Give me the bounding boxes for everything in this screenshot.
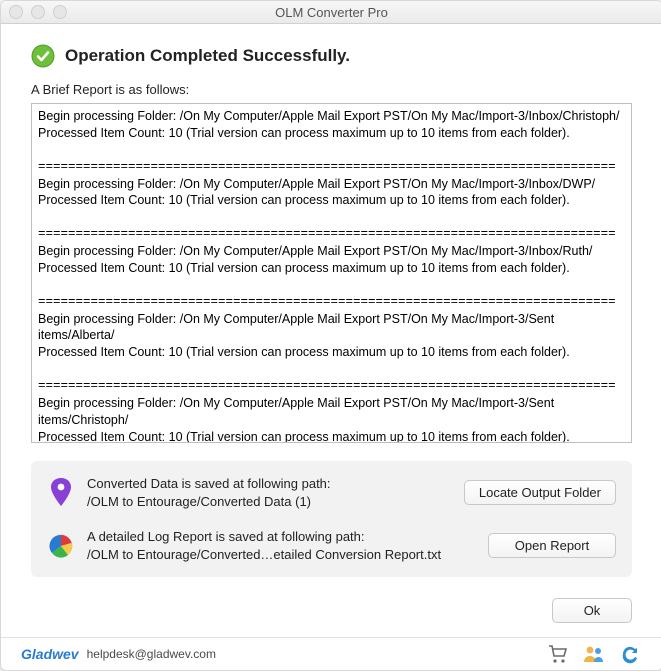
map-pin-icon <box>47 478 75 508</box>
brand-logo: Gladwev <box>21 646 79 662</box>
ok-button[interactable]: Ok <box>552 598 632 623</box>
app-bottom-bar: Gladwev helpdesk@gladwev.com <box>1 637 661 670</box>
report-text-area[interactable]: Begin processing Folder: /On My Computer… <box>31 103 632 443</box>
report-separator: ========================================… <box>38 378 625 395</box>
locate-output-folder-button[interactable]: Locate Output Folder <box>464 480 616 505</box>
log-report-text: A detailed Log Report is saved at follow… <box>87 528 476 563</box>
converted-data-text: Converted Data is saved at following pat… <box>87 475 452 510</box>
report-separator: ========================================… <box>38 226 625 243</box>
checkmark-circle-icon <box>31 44 55 68</box>
open-report-button[interactable]: Open Report <box>488 533 616 558</box>
report-separator: ========================================… <box>38 159 625 176</box>
refresh-icon[interactable] <box>618 642 642 666</box>
app-window: OLM Converter Pro Operation Completed Su… <box>0 0 661 671</box>
report-line: Begin processing Folder: /On My Computer… <box>38 108 625 125</box>
converted-data-row: Converted Data is saved at following pat… <box>47 475 616 510</box>
report-line: Processed Item Count: 10 (Trial version … <box>38 125 625 142</box>
success-header: Operation Completed Successfully. <box>31 44 632 68</box>
report-line: Processed Item Count: 10 (Trial version … <box>38 344 625 361</box>
report-line: Processed Item Count: 10 (Trial version … <box>38 192 625 209</box>
titlebar: OLM Converter Pro <box>1 1 661 24</box>
window-title: OLM Converter Pro <box>1 5 661 20</box>
log-report-label: A detailed Log Report is saved at follow… <box>87 528 476 546</box>
dialog-footer: Ok <box>1 588 661 637</box>
toolbar-icons <box>546 642 642 666</box>
report-line <box>38 361 625 378</box>
brief-report-label: A Brief Report is as follows: <box>31 82 632 97</box>
dialog-content: Operation Completed Successfully. A Brie… <box>1 24 661 588</box>
report-separator: ========================================… <box>38 294 625 311</box>
report-line <box>38 277 625 294</box>
report-line <box>38 209 625 226</box>
brand-area: Gladwev helpdesk@gladwev.com <box>21 646 216 662</box>
support-email: helpdesk@gladwev.com <box>87 647 216 661</box>
people-icon[interactable] <box>582 642 606 666</box>
success-title: Operation Completed Successfully. <box>65 46 350 66</box>
report-line: Processed Item Count: 10 (Trial version … <box>38 260 625 277</box>
report-line <box>38 142 625 159</box>
info-panel: Converted Data is saved at following pat… <box>31 461 632 577</box>
converted-data-path: /OLM to Entourage/Converted Data (1) <box>87 493 452 511</box>
pie-chart-icon <box>47 533 75 559</box>
log-report-path: /OLM to Entourage/Converted…etailed Conv… <box>87 546 476 564</box>
log-report-row: A detailed Log Report is saved at follow… <box>47 528 616 563</box>
report-line: Begin processing Folder: /On My Computer… <box>38 395 625 429</box>
report-line: Begin processing Folder: /On My Computer… <box>38 311 625 345</box>
report-line: Begin processing Folder: /On My Computer… <box>38 243 625 260</box>
converted-data-label: Converted Data is saved at following pat… <box>87 475 452 493</box>
cart-icon[interactable] <box>546 642 570 666</box>
report-line: Processed Item Count: 10 (Trial version … <box>38 429 625 443</box>
report-line: Begin processing Folder: /On My Computer… <box>38 176 625 193</box>
